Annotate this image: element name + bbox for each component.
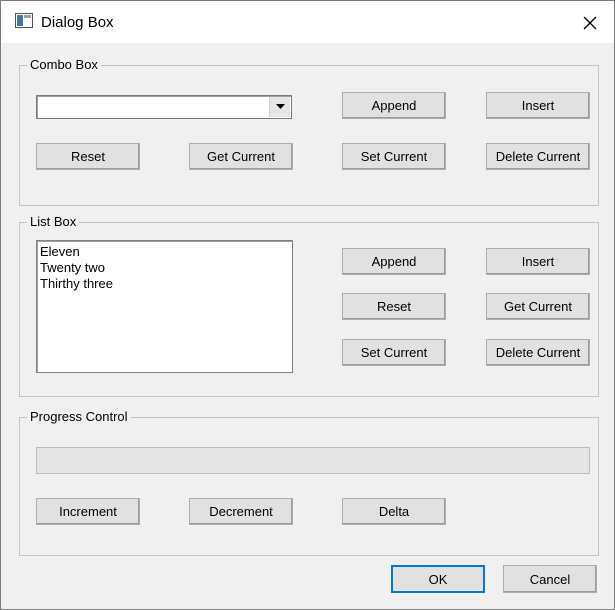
- list-insert-button[interactable]: Insert: [486, 248, 590, 275]
- combo-delete-current-button[interactable]: Delete Current: [486, 143, 590, 170]
- ok-button[interactable]: OK: [391, 565, 485, 593]
- combo-dropdown-button[interactable]: [269, 97, 290, 117]
- chevron-down-icon: [275, 104, 285, 109]
- close-button[interactable]: [567, 7, 613, 39]
- list-set-current-button[interactable]: Set Current: [342, 339, 446, 366]
- increment-button[interactable]: Increment: [36, 498, 140, 525]
- list-item[interactable]: Thirthy three: [40, 276, 292, 292]
- combo-append-button[interactable]: Append: [342, 92, 446, 119]
- progress-control-group-label: Progress Control: [27, 409, 131, 425]
- list-item[interactable]: Eleven: [40, 244, 292, 260]
- progress-control-group: Progress Control: [19, 409, 599, 556]
- close-icon: [583, 16, 597, 30]
- title-bar: Dialog Box: [1, 1, 614, 43]
- app-icon: [15, 13, 33, 28]
- combo-set-current-button[interactable]: Set Current: [342, 143, 446, 170]
- decrement-button[interactable]: Decrement: [189, 498, 293, 525]
- combo-insert-button[interactable]: Insert: [486, 92, 590, 119]
- list-box-group-label: List Box: [27, 214, 80, 230]
- combo-get-current-button[interactable]: Get Current: [189, 143, 293, 170]
- combo-box-group-label: Combo Box: [27, 57, 101, 73]
- delta-button[interactable]: Delta: [342, 498, 446, 525]
- list-item[interactable]: Twenty two: [40, 260, 292, 276]
- window-title: Dialog Box: [41, 14, 114, 31]
- combo-reset-button[interactable]: Reset: [36, 143, 140, 170]
- combo-box[interactable]: [36, 95, 292, 119]
- progress-bar: [36, 447, 590, 474]
- list-get-current-button[interactable]: Get Current: [486, 293, 590, 320]
- cancel-button[interactable]: Cancel: [503, 565, 597, 593]
- dialog-window: Dialog Box Combo Box Append Insert Reset…: [0, 0, 615, 610]
- list-reset-button[interactable]: Reset: [342, 293, 446, 320]
- list-box[interactable]: Eleven Twenty two Thirthy three: [36, 240, 293, 373]
- combo-box-group: Combo Box: [19, 57, 599, 206]
- list-delete-current-button[interactable]: Delete Current: [486, 339, 590, 366]
- list-append-button[interactable]: Append: [342, 248, 446, 275]
